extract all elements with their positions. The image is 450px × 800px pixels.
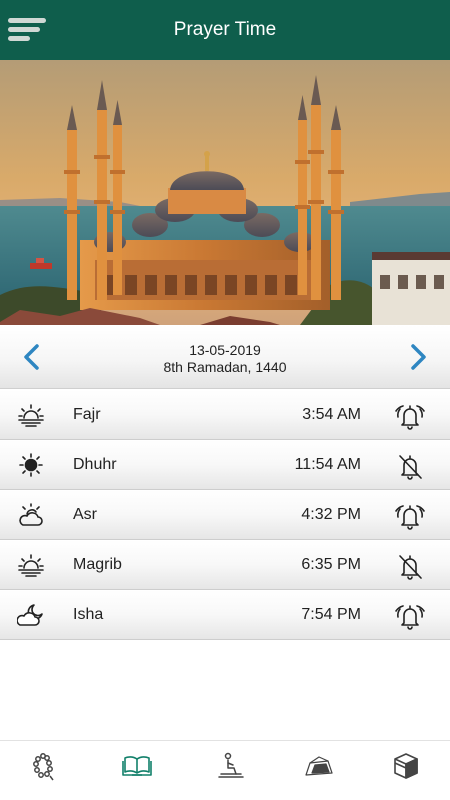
prayer-name: Isha [73, 606, 104, 623]
prayer-time: 4:32 PM [301, 506, 361, 523]
chevron-right-icon[interactable] [406, 343, 430, 371]
prayer-name: Fajr [73, 406, 101, 423]
alarm-on-icon[interactable] [393, 601, 427, 631]
prayer-name: Dhuhr [73, 456, 117, 473]
prayer-times-list: Fajr 3:54 AM Dhuhr 11:54 AM Asr 4:32 PM … [0, 390, 450, 640]
kaaba-icon[interactable] [384, 751, 428, 791]
cloudy-moon-icon [16, 602, 45, 628]
page-title: Prayer Time [173, 19, 277, 40]
prayer-row-magrib: Magrib 6:35 PM [0, 540, 450, 590]
app-bar: Prayer Time [0, 0, 450, 60]
hijri-date: 8th Ramadan, 1440 [163, 359, 287, 375]
date-navigator: 13-05-2019 8th Ramadan, 1440 [0, 325, 450, 389]
prayer-row-asr: Asr 4:32 PM [0, 490, 450, 540]
partly-cloudy-icon [17, 502, 45, 528]
prayer-time: 11:54 AM [294, 456, 361, 473]
sunset-icon [17, 552, 45, 578]
sunrise-icon [17, 402, 45, 428]
sun-icon [17, 452, 45, 478]
alarm-off-icon[interactable] [393, 551, 427, 581]
prayer-time: 7:54 PM [301, 606, 361, 623]
prayer-row-dhuhr: Dhuhr 11:54 AM [0, 440, 450, 490]
alarm-on-icon[interactable] [393, 501, 427, 531]
praying-person-icon[interactable] [209, 751, 253, 791]
prayer-time: 6:35 PM [301, 556, 361, 573]
prayer-row-isha: Isha 7:54 PM [0, 590, 450, 640]
prayer-name: Magrib [73, 556, 122, 573]
bottom-navigation [0, 740, 450, 800]
hero-mosque-image [0, 60, 450, 325]
gregorian-date: 13-05-2019 [189, 342, 261, 358]
mosque-icon[interactable] [297, 751, 341, 791]
alarm-off-icon[interactable] [393, 451, 427, 481]
tasbih-beads-icon[interactable] [21, 751, 65, 791]
alarm-on-icon[interactable] [393, 401, 427, 431]
prayer-time: 3:54 AM [302, 406, 361, 423]
prayer-row-fajr: Fajr 3:54 AM [0, 390, 450, 440]
quran-book-icon[interactable] [115, 751, 159, 791]
prayer-name: Asr [73, 506, 97, 523]
date-display: 13-05-2019 8th Ramadan, 1440 [0, 342, 450, 376]
